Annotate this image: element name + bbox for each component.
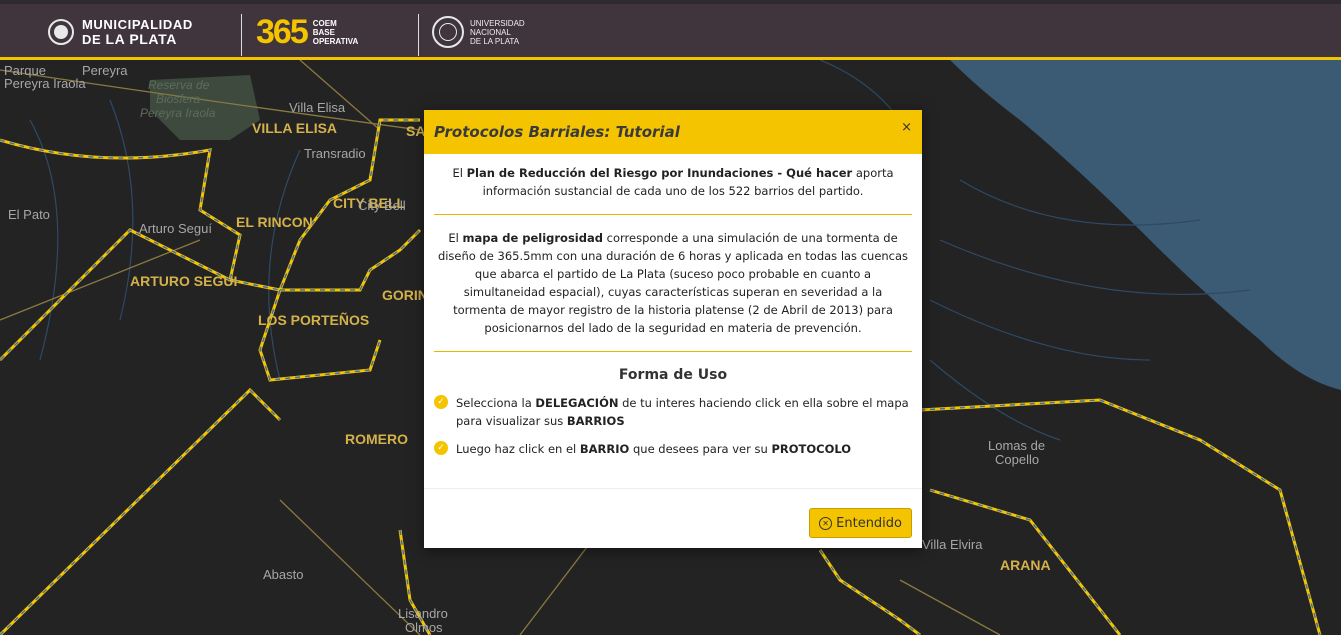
map-label-villa-elisa[interactable]: VILLA ELISA (252, 120, 337, 136)
coem-365-logo[interactable]: 365 COEM BASE OPERATIVA (256, 4, 358, 60)
mlp-line1: MUNICIPALIDAD (82, 16, 193, 32)
map-reserve-label-3: Pereyra Iraola (140, 106, 216, 120)
top-header: MUNICIPALIDAD DE LA PLATA 365 COEM BASE … (0, 0, 1341, 60)
check-circle-icon: ✓ (434, 441, 448, 455)
map-label-sa[interactable]: SA (406, 123, 425, 139)
entendido-label: Entendido (836, 515, 902, 531)
tutorial-modal: Protocolos Barriales: Tutorial × El Plan… (424, 110, 922, 548)
map-reserve-label-1: Reserva de (148, 78, 210, 92)
map-label-romero[interactable]: ROMERO (345, 431, 408, 447)
step1-a: Selecciona la (456, 396, 536, 410)
unlp-seal-icon (432, 16, 464, 48)
coem-line1: COEM (312, 18, 337, 28)
header-divider (241, 14, 242, 56)
map-label-gorin[interactable]: GORIN (382, 287, 428, 303)
p2-post: corresponde a una simulación de una torm… (437, 231, 909, 335)
map-label-arturo-segui[interactable]: ARTURO SEGUI (130, 273, 237, 289)
usage-subtitle: Forma de Uso (618, 367, 728, 383)
map-place-lomas-de: Lomas de (988, 438, 1046, 453)
unlp-line2: NACIONAL (470, 27, 511, 37)
separator (434, 351, 912, 352)
step2-c: que desees para ver su (629, 442, 772, 456)
map-place-abasto: Abasto (263, 567, 304, 582)
map-place-pereyra-iraola: Pereyra Iraola (4, 76, 86, 91)
step2-a: Luego haz click en el (456, 442, 580, 456)
municipalidad-logo[interactable]: MUNICIPALIDAD DE LA PLATA (48, 4, 193, 60)
step2-d: PROTOCOLO (771, 442, 852, 456)
close-circle-icon: ✕ (819, 516, 833, 530)
separator (434, 214, 912, 215)
map-place-villa-elisa: Villa Elisa (289, 100, 346, 115)
modal-title: Protocolos Barriales: Tutorial (434, 123, 680, 141)
unlp-line1: UNIVERSIDAD (470, 18, 525, 28)
modal-header: Protocolos Barriales: Tutorial × (424, 110, 922, 154)
map-label-el-rincon[interactable]: EL RINCON (236, 214, 313, 230)
municipal-seal-icon (48, 19, 74, 45)
header-divider (418, 14, 419, 56)
logo-365-text: 365 (256, 12, 309, 51)
modal-footer: ✕ Entendido (424, 488, 922, 548)
mlp-line2-bold: LA PLATA (105, 30, 177, 47)
unlp-logo[interactable]: UNIVERSIDAD NACIONAL DE LA PLATA (432, 4, 525, 60)
map-label-arana[interactable]: ARANA (1000, 557, 1051, 573)
coem-line3: OPERATIVA (312, 36, 359, 46)
usage-step-1: ✓ Selecciona la DELEGACIÓN de tu interes… (434, 394, 912, 430)
mlp-line2-pre: DE (82, 31, 106, 47)
map-place-villa-elvira: Villa Elvira (922, 537, 983, 552)
hazard-paragraph: El mapa de peligrosidad corresponde a un… (434, 229, 912, 337)
step2-b: BARRIO (579, 442, 630, 456)
map-place-el-pato: El Pato (8, 207, 50, 222)
p1-pre: El (452, 166, 467, 180)
p1-bold: Plan de Reducción del Riesgo por Inundac… (466, 166, 853, 180)
step1-b: DELEGACIÓN (535, 396, 619, 410)
intro-paragraph: El Plan de Reducción del Riesgo por Inun… (434, 164, 912, 200)
coem-line2: BASE (312, 27, 335, 37)
map-reserve-label-2: Biosfera (156, 92, 201, 106)
map-place-city-bell: City Bell (358, 198, 406, 213)
modal-body: El Plan de Reducción del Riesgo por Inun… (424, 154, 922, 458)
close-icon[interactable]: × (901, 120, 912, 135)
map-place-copello: Copello (995, 452, 1040, 467)
map-place-arturo-segui: Arturo Seguí (139, 221, 212, 236)
map-place-olmos: Olmos (405, 620, 443, 635)
unlp-line3: DE LA PLATA (470, 36, 520, 46)
check-circle-icon: ✓ (434, 395, 448, 409)
p2-pre: El (448, 231, 463, 245)
entendido-button[interactable]: ✕ Entendido (809, 508, 912, 538)
p2-bold: mapa de peligrosidad (462, 231, 603, 245)
map-label-los-portenos[interactable]: LOS PORTEÑOS (258, 312, 369, 328)
map-place-transradio: Transradio (304, 146, 366, 161)
map-place-pereyra: Pereyra (82, 63, 128, 78)
map-place-lisandro: Lisandro (398, 606, 448, 621)
step1-d: BARRIOS (566, 414, 625, 428)
usage-step-2: ✓ Luego haz click en el BARRIO que desee… (434, 440, 912, 458)
